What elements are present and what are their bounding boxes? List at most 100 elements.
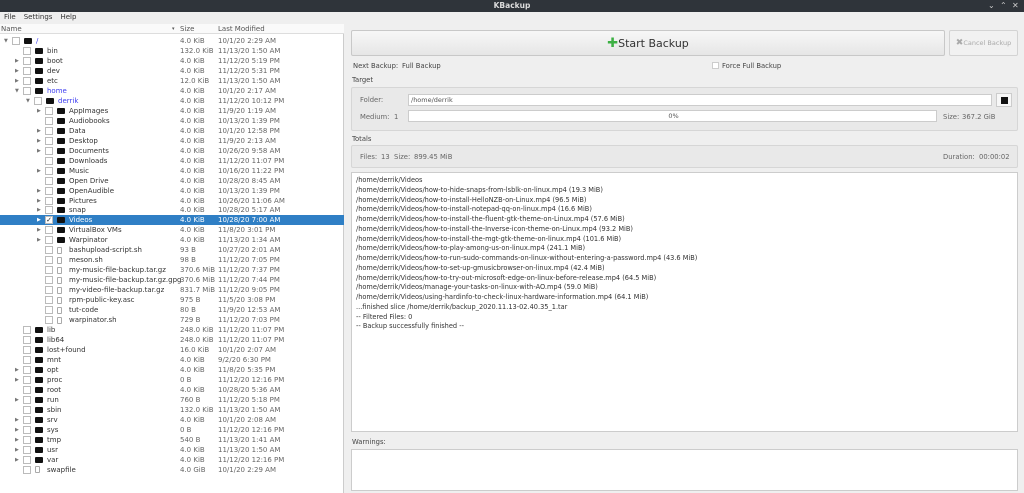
row-checkbox[interactable] [23,86,31,95]
expand-closed-icon[interactable]: ▶ [37,106,41,116]
menu-file[interactable]: File [4,13,16,21]
warnings-box[interactable] [351,449,1018,491]
tree-row[interactable]: ▼ / 4.0 KiB 10/1/20 2:29 AM [0,36,344,46]
row-checkbox[interactable] [45,286,53,295]
row-checkbox[interactable] [45,246,53,255]
row-checkbox[interactable] [23,455,31,464]
tree-row[interactable]: my-music-file-backup.tar.gz.gpg 370.6 MiB… [0,275,344,285]
menu-help[interactable]: Help [60,13,76,21]
expand-closed-icon[interactable]: ▶ [37,196,41,206]
menu-settings[interactable]: Settings [24,13,53,21]
expand-closed-icon[interactable]: ▶ [37,166,41,176]
tree-row[interactable]: ▶ Data 4.0 KiB 10/1/20 12:58 PM [0,126,344,136]
tree-row[interactable]: ▶ Desktop 4.0 KiB 11/9/20 2:13 AM [0,136,344,146]
tree-row[interactable]: Audiobooks 4.0 KiB 10/13/20 1:39 PM [0,116,344,126]
backup-log[interactable]: /home/derrik/Videos/home/derrik/Videos/h… [351,172,1018,432]
file-tree[interactable]: Name ▾ Size Last Modified ▼ / 4.0 KiB 10/1/… [0,24,344,493]
expand-closed-icon[interactable]: ▶ [15,425,19,435]
row-checkbox[interactable] [45,126,53,135]
tree-row[interactable]: rpm-public-key.asc 975 B 11/5/20 3:08 PM [0,295,344,305]
tree-row[interactable]: ▶ Warpinator 4.0 KiB 11/13/20 1:34 AM [0,235,344,245]
row-checkbox[interactable] [23,375,31,384]
row-checkbox[interactable] [45,146,53,155]
tree-row[interactable]: ▶ VirtualBox VMs 4.0 KiB 11/8/20 3:01 PM [0,225,344,235]
expand-closed-icon[interactable]: ▶ [15,435,19,445]
row-checkbox[interactable] [45,196,53,205]
tree-row[interactable]: ▶ etc 12.0 KiB 11/13/20 1:50 AM [0,76,344,86]
row-checkbox[interactable] [45,256,53,265]
cancel-backup-button[interactable]: ✖Cancel Backup [949,30,1018,56]
row-checkbox[interactable] [45,296,53,305]
tree-row[interactable]: ▼ derrik 4.0 KiB 11/12/20 10:12 PM [0,96,344,106]
tree-row[interactable]: ▶ dev 4.0 KiB 11/12/20 5:31 PM [0,66,344,76]
expand-closed-icon[interactable]: ▶ [37,205,41,215]
expand-closed-icon[interactable]: ▶ [15,445,19,455]
expand-open-icon[interactable]: ▼ [26,96,30,106]
expand-closed-icon[interactable]: ▶ [15,415,19,425]
tree-row[interactable]: mnt 4.0 KiB 9/2/20 6:30 PM [0,355,344,365]
tree-row[interactable]: ▶ srv 4.0 KiB 10/1/20 2:08 AM [0,415,344,425]
tree-row[interactable]: my-music-file-backup.tar.gz 370.6 MiB 11/1… [0,265,344,275]
row-checkbox[interactable] [45,176,53,185]
row-checkbox[interactable] [23,56,31,65]
tree-row[interactable]: ▶ AppImages 4.0 KiB 11/9/20 1:19 AM [0,106,344,116]
row-checkbox[interactable] [23,66,31,75]
tree-row[interactable]: ▶ sys 0 B 11/12/20 12:16 PM [0,425,344,435]
row-checkbox[interactable] [23,385,31,394]
browse-folder-button[interactable] [996,93,1012,107]
tree-row[interactable]: root 4.0 KiB 10/28/20 5:36 AM [0,385,344,395]
tree-row[interactable]: lost+found 16.0 KiB 10/1/20 2:07 AM [0,345,344,355]
row-checkbox[interactable] [34,96,42,105]
row-checkbox[interactable] [45,266,53,275]
row-checkbox[interactable] [23,76,31,85]
row-checkbox[interactable] [45,306,53,315]
tree-row[interactable]: ▼ home 4.0 KiB 10/1/20 2:17 AM [0,86,344,96]
expand-closed-icon[interactable]: ▶ [37,225,41,235]
tree-row[interactable]: ▶ proc 0 B 11/12/20 12:16 PM [0,375,344,385]
expand-closed-icon[interactable]: ▶ [37,146,41,156]
start-backup-button[interactable]: ✚Start Backup [351,30,945,56]
expand-closed-icon[interactable]: ▶ [15,76,19,86]
tree-row[interactable]: bin 132.0 KiB 11/13/20 1:50 AM [0,46,344,56]
expand-closed-icon[interactable]: ▶ [37,235,41,245]
close-button[interactable]: ✕ [1012,1,1019,11]
tree-row[interactable]: bashupload-script.sh 93 B 10/27/20 2:01 AM [0,245,344,255]
tree-row[interactable]: my-video-file-backup.tar.gz 831.7 MiB 11/1… [0,285,344,295]
row-checkbox[interactable] [23,346,31,355]
expand-open-icon[interactable]: ▼ [4,36,8,46]
row-checkbox[interactable] [45,236,53,245]
row-checkbox[interactable]: ✓ [45,216,53,225]
expand-closed-icon[interactable]: ▶ [15,56,19,66]
tree-row[interactable]: ▶ opt 4.0 KiB 11/8/20 5:35 PM [0,365,344,375]
tree-row[interactable]: ▶ boot 4.0 KiB 11/12/20 5:19 PM [0,56,344,66]
tree-row[interactable]: ▶ var 4.0 KiB 11/12/20 12:16 PM [0,455,344,465]
row-checkbox[interactable] [23,336,31,345]
expand-closed-icon[interactable]: ▶ [15,66,19,76]
tree-row[interactable]: sbin 132.0 KiB 11/13/20 1:50 AM [0,405,344,415]
expand-closed-icon[interactable]: ▶ [37,126,41,136]
row-checkbox[interactable] [23,405,31,414]
row-checkbox[interactable] [12,37,20,45]
tree-row[interactable]: tut-code 80 B 11/9/20 12:53 AM [0,305,344,315]
row-checkbox[interactable] [45,186,53,195]
row-checkbox[interactable] [23,46,31,55]
column-name[interactable]: Name [1,24,22,34]
row-checkbox[interactable] [23,366,31,374]
tree-row[interactable]: ▶ run 760 B 11/12/20 5:18 PM [0,395,344,405]
tree-row[interactable]: ▶ usr 4.0 KiB 11/13/20 1:50 AM [0,445,344,455]
force-full-backup-checkbox[interactable] [712,62,719,69]
tree-row[interactable]: ▶ tmp 540 B 11/13/20 1:41 AM [0,435,344,445]
tree-row[interactable]: Open Drive 4.0 KiB 10/28/20 8:45 AM [0,176,344,186]
expand-closed-icon[interactable]: ▶ [37,186,41,196]
tree-row[interactable]: swapfile 4.0 GiB 10/1/20 2:29 AM [0,465,344,475]
expand-closed-icon[interactable]: ▶ [37,136,41,146]
row-checkbox[interactable] [23,326,31,335]
expand-open-icon[interactable]: ▼ [15,86,19,96]
row-checkbox[interactable] [45,226,53,235]
tree-row[interactable]: warpinator.sh 729 B 11/12/20 7:03 PM [0,315,344,325]
tree-row[interactable]: meson.sh 98 B 11/12/20 7:05 PM [0,255,344,265]
row-checkbox[interactable] [23,415,31,424]
tree-row[interactable]: Downloads 4.0 KiB 11/12/20 11:07 PM [0,156,344,166]
tree-row[interactable]: lib64 248.0 KiB 11/12/20 11:07 PM [0,335,344,345]
row-checkbox[interactable] [45,276,53,285]
